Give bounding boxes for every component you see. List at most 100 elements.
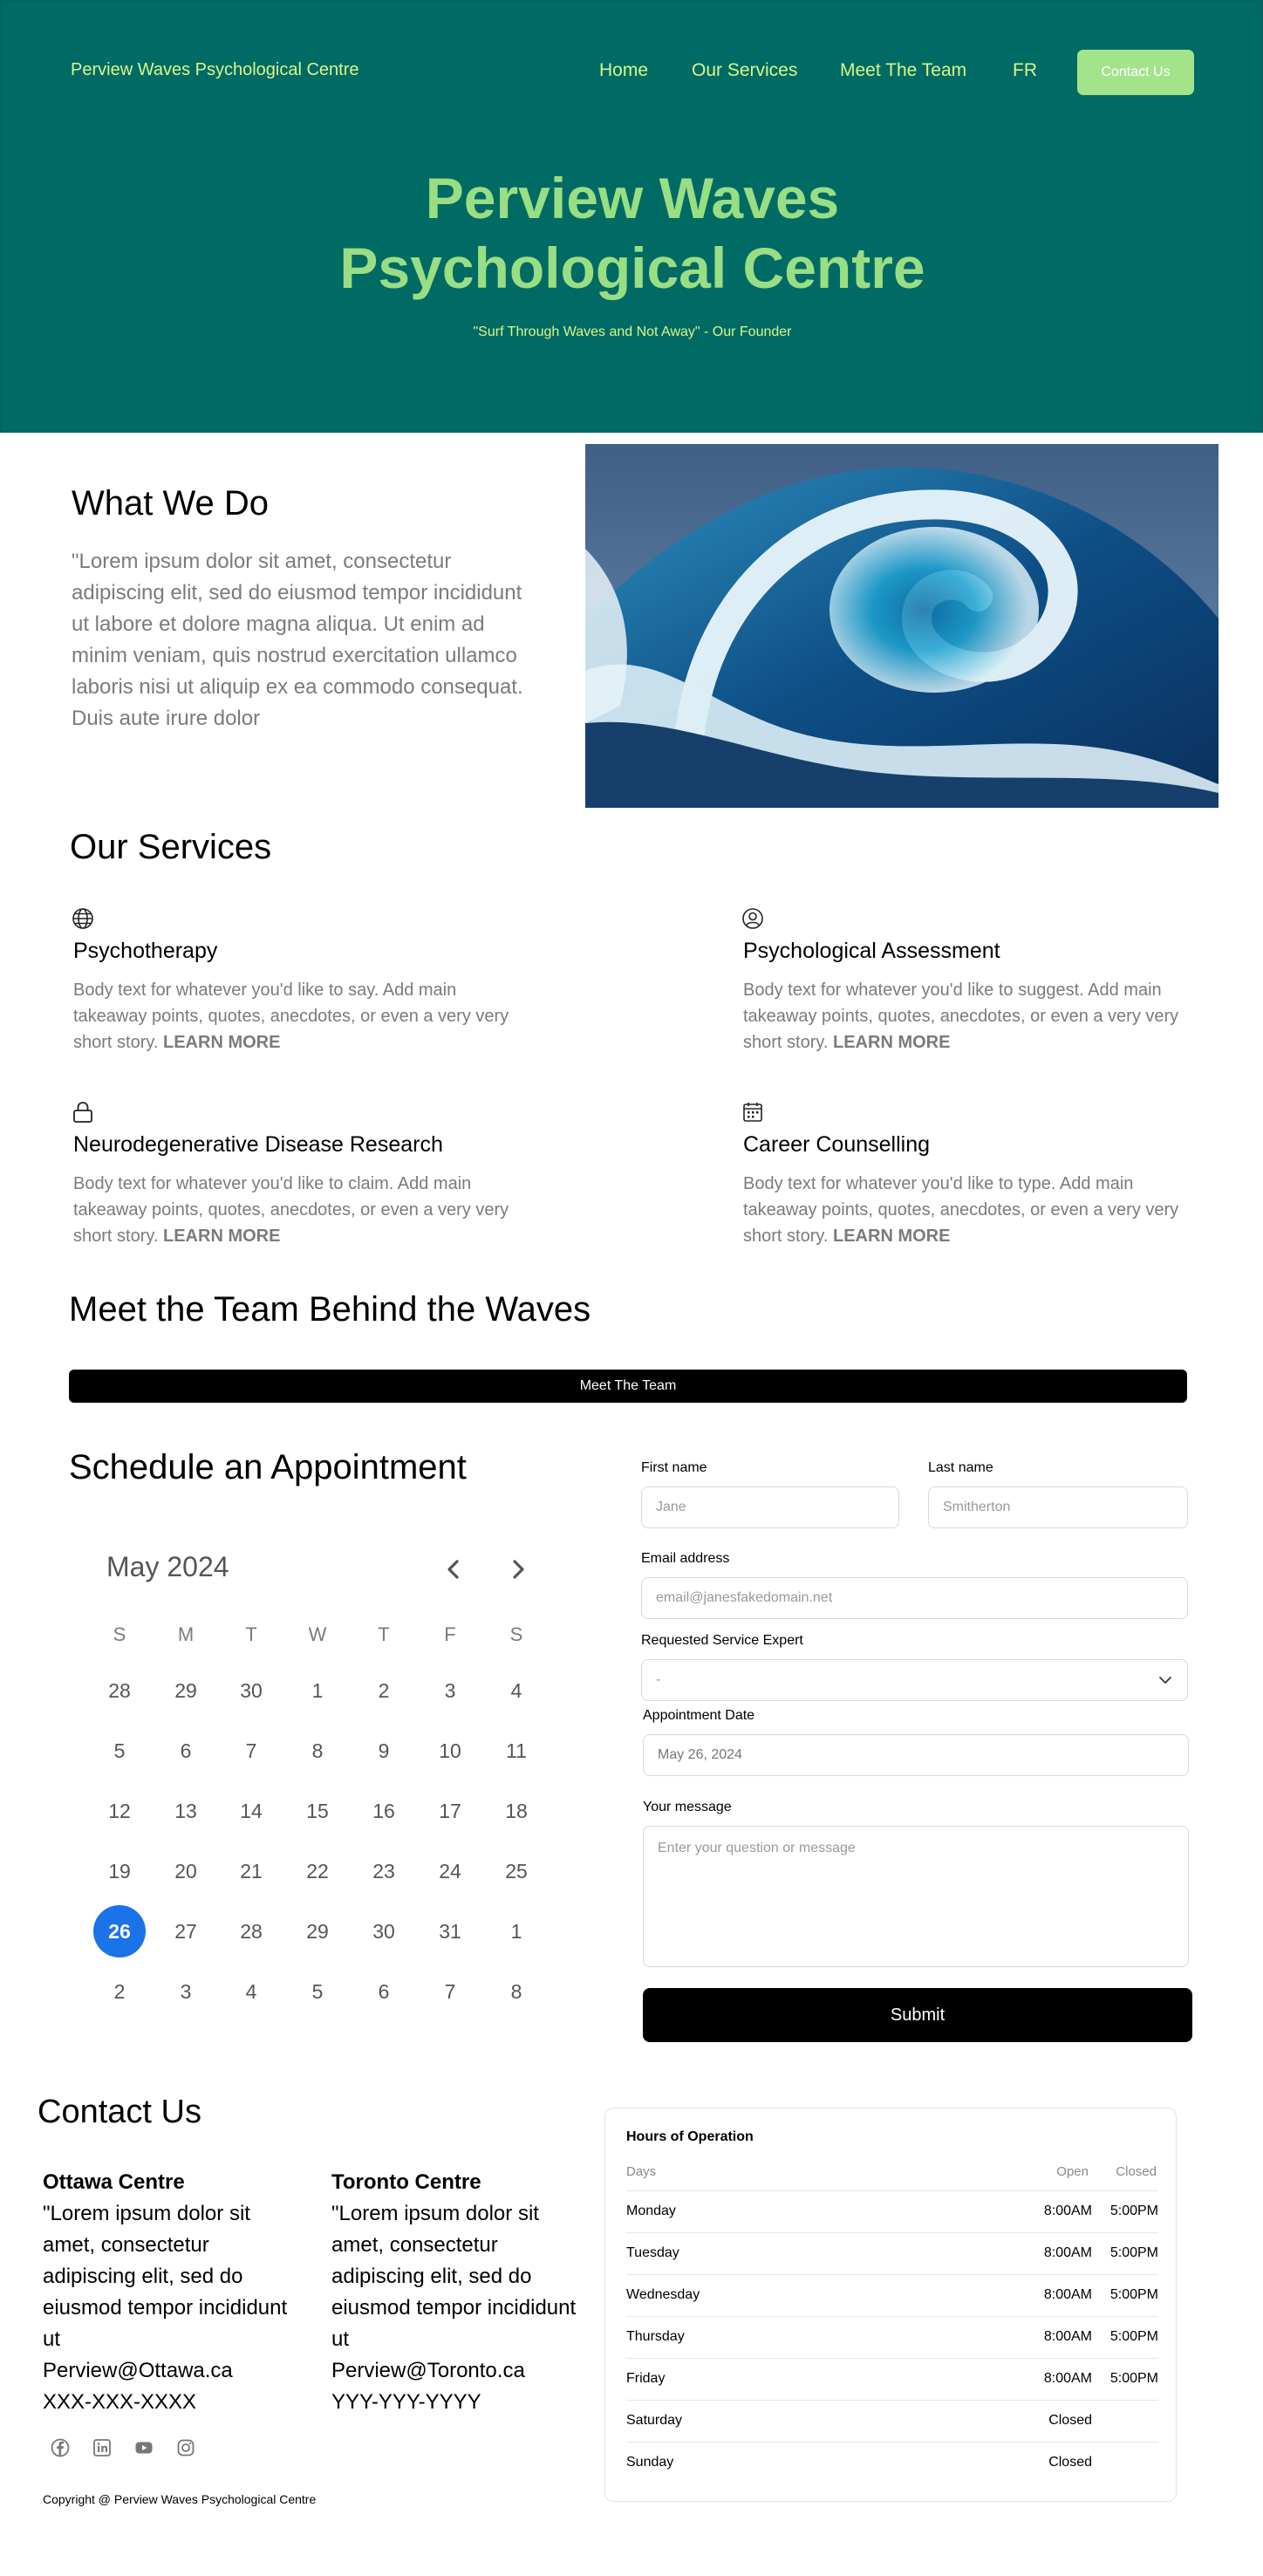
calendar-day[interactable]: 3 <box>160 1965 212 2018</box>
calendar-day[interactable]: 16 <box>358 1785 410 1837</box>
calendar-day[interactable]: 28 <box>225 1905 277 1958</box>
learn-more-link[interactable]: LEARN MORE <box>163 1227 280 1246</box>
calendar-day[interactable]: 31 <box>424 1905 476 1958</box>
location-phone: XXX-XXX-XXXX <box>43 2390 197 2414</box>
calendar-day[interactable]: 4 <box>490 1664 543 1717</box>
calendar-day[interactable]: 19 <box>93 1845 146 1897</box>
service-expert-select[interactable]: - <box>641 1659 1188 1701</box>
nav-language-fr[interactable]: FR <box>1013 60 1037 81</box>
service-body: Body text for whatever you'd like to sug… <box>743 977 1197 1056</box>
hours-day: Sunday <box>626 2455 674 2470</box>
email-field[interactable]: email@janesfakedomain.net <box>641 1577 1188 1619</box>
calendar-day[interactable]: 30 <box>225 1664 277 1717</box>
hours-open-time: 8:00AM <box>1043 2329 1092 2344</box>
calendar-day[interactable]: 2 <box>358 1664 410 1717</box>
lock-icon <box>73 1102 92 1123</box>
service-description: Body text for whatever you'd like to cla… <box>73 1174 509 1246</box>
location-description: "Lorem ipsum dolor sit amet, consectetur… <box>331 2202 577 2351</box>
calendar-day[interactable]: 9 <box>358 1725 410 1777</box>
calendar-day[interactable]: 10 <box>424 1725 476 1777</box>
calendar-day[interactable]: 27 <box>160 1905 212 1958</box>
learn-more-link[interactable]: LEARN MORE <box>163 1033 280 1052</box>
calendar-day[interactable]: 3 <box>424 1664 476 1717</box>
calendar-day[interactable]: 2 <box>93 1965 146 2018</box>
location-email[interactable]: Perview@Toronto.ca <box>331 2355 593 2387</box>
calendar-day[interactable]: 20 <box>160 1845 212 1897</box>
calendar-day[interactable]: 6 <box>160 1725 212 1777</box>
learn-more-link[interactable]: LEARN MORE <box>833 1033 950 1052</box>
hero-title-line1: Perview Waves <box>425 166 840 230</box>
contact-us-button[interactable]: Contact Us <box>1077 50 1194 95</box>
hours-open-time: 8:00AM <box>1043 2371 1092 2386</box>
copyright-text: Copyright @ Perview Waves Psychological … <box>43 2492 317 2506</box>
calendar-day[interactable]: 7 <box>424 1965 476 2018</box>
calendar-icon <box>743 1103 762 1122</box>
calendar-day[interactable]: 29 <box>160 1664 212 1717</box>
calendar-day[interactable]: 18 <box>490 1785 543 1837</box>
calendar-month: May 2024 <box>106 1551 229 1582</box>
nav-home[interactable]: Home <box>599 60 648 81</box>
calendar-day[interactable]: 29 <box>291 1905 344 1958</box>
hours-row: Friday 8:00AM 5:00PM <box>626 2358 1158 2400</box>
service-body: Body text for whatever you'd like to say… <box>73 977 527 1056</box>
hours-title: Hours of Operation <box>626 2129 754 2144</box>
calendar-day[interactable]: 21 <box>225 1845 277 1897</box>
calendar-day[interactable]: 8 <box>291 1725 344 1777</box>
hours-row: Monday 8:00AM 5:00PM <box>626 2190 1158 2232</box>
team-title: Meet the Team Behind the Waves <box>69 1290 591 1329</box>
nav-our-services[interactable]: Our Services <box>692 60 797 81</box>
calendar-day[interactable]: 5 <box>93 1725 146 1777</box>
hours-day: Monday <box>626 2204 676 2218</box>
message-textarea[interactable]: Enter your question or message <box>643 1826 1189 1967</box>
calendar-day[interactable]: 7 <box>225 1725 277 1777</box>
calendar-day[interactable]: 17 <box>424 1785 476 1837</box>
learn-more-link[interactable]: LEARN MORE <box>833 1227 950 1246</box>
calendar-day[interactable]: 30 <box>358 1905 410 1958</box>
calendar-day[interactable]: 15 <box>291 1785 344 1837</box>
calendar-day[interactable]: 4 <box>225 1965 277 2018</box>
calendar-day[interactable]: 1 <box>291 1664 344 1717</box>
calendar-day[interactable]: 25 <box>490 1845 543 1897</box>
calendar-day[interactable]: 28 <box>93 1664 146 1717</box>
service-description: Body text for whatever you'd like to say… <box>73 981 509 1052</box>
chevron-left-icon[interactable] <box>441 1554 466 1584</box>
calendar-day[interactable]: 5 <box>291 1965 344 2018</box>
calendar-weekday: T <box>245 1623 257 1645</box>
calendar-day[interactable]: 22 <box>291 1845 344 1897</box>
last-name-field[interactable]: Smitherton <box>928 1486 1188 1528</box>
service-card-career: Career Counselling Body text for whateve… <box>741 1101 1212 1246</box>
chevron-right-icon[interactable] <box>506 1554 530 1584</box>
hours-day: Saturday <box>626 2413 683 2428</box>
location-name: Toronto Centre <box>331 2170 481 2194</box>
hours-header-closed: Closed <box>1116 2164 1157 2179</box>
calendar-day[interactable]: 12 <box>93 1785 146 1837</box>
location-description: "Lorem ipsum dolor sit amet, consectetur… <box>43 2202 288 2351</box>
calendar-day[interactable]: 24 <box>424 1845 476 1897</box>
facebook-icon[interactable] <box>50 2437 71 2458</box>
calendar-day[interactable]: 23 <box>358 1845 410 1897</box>
calendar-day[interactable]: 6 <box>358 1965 410 2018</box>
calendar-day[interactable]: 8 <box>490 1965 543 2018</box>
youtube-icon[interactable] <box>133 2437 154 2458</box>
calendar-day-selected[interactable]: 26 <box>93 1905 146 1958</box>
hours-row: Sunday Closed <box>626 2442 1158 2484</box>
calendar-day[interactable]: 1 <box>490 1905 543 1958</box>
hero-quote: "Surf Through Waves and Not Away" - Our … <box>473 325 792 339</box>
instagram-icon[interactable] <box>175 2437 196 2458</box>
service-title: Psychotherapy <box>73 939 218 963</box>
service-body: Body text for whatever you'd like to cla… <box>73 1171 527 1249</box>
nav-meet-the-team[interactable]: Meet The Team <box>840 60 966 81</box>
brand-name[interactable]: Perview Waves Psychological Centre <box>71 60 359 80</box>
calendar-day[interactable]: 14 <box>225 1785 277 1837</box>
submit-button[interactable]: Submit <box>643 1988 1192 2042</box>
calendar-day[interactable]: 13 <box>160 1785 212 1837</box>
hours-day: Wednesday <box>626 2287 700 2302</box>
first-name-field[interactable]: Jane <box>641 1486 899 1528</box>
linkedin-icon[interactable] <box>92 2437 113 2458</box>
location-email[interactable]: Perview@Ottawa.ca <box>43 2355 304 2387</box>
meet-the-team-button[interactable]: Meet The Team <box>69 1370 1187 1403</box>
hours-status: Closed <box>1048 2413 1092 2428</box>
hero-title: Perview Waves Psychological Centre <box>1 163 1263 303</box>
appointment-date-field[interactable]: May 26, 2024 <box>643 1734 1189 1776</box>
calendar-day[interactable]: 11 <box>490 1725 543 1777</box>
